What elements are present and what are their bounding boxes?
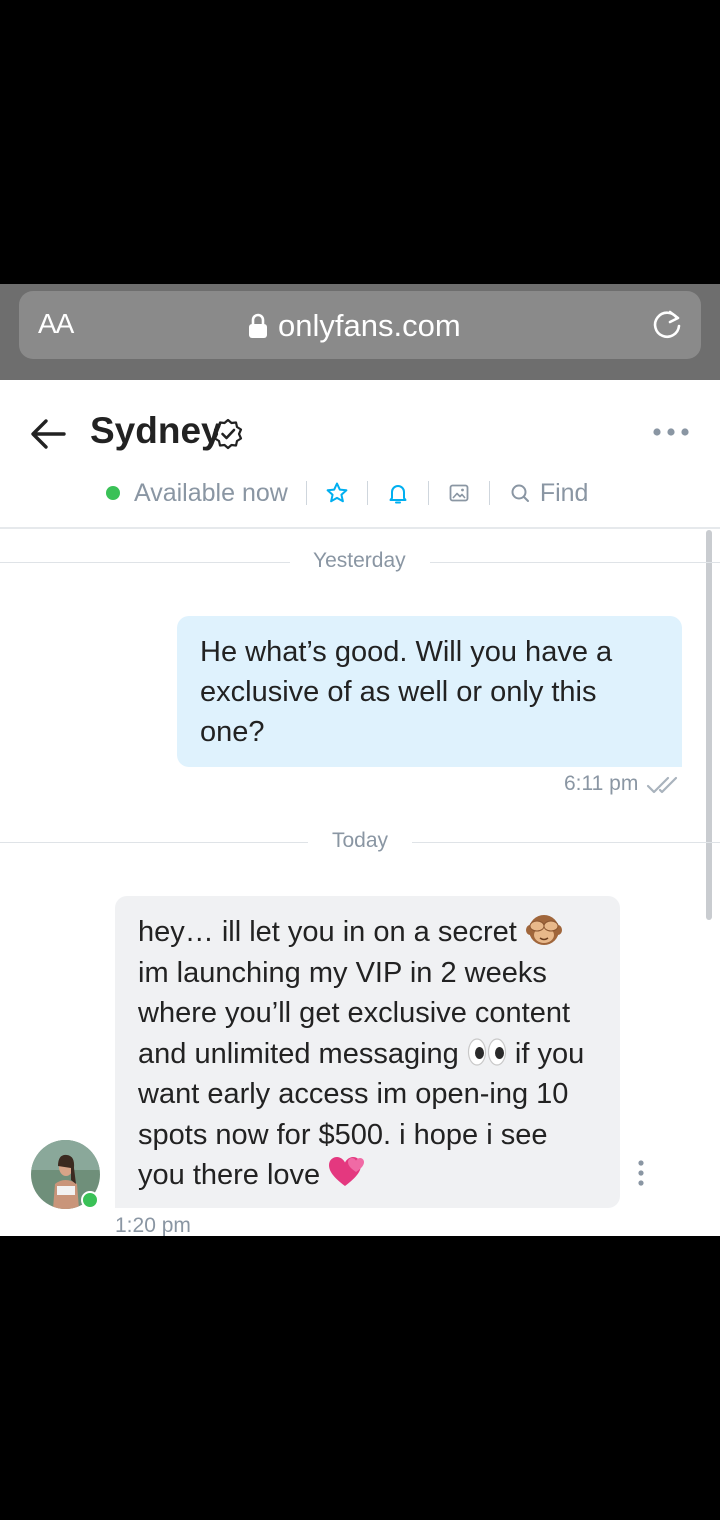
find-button[interactable]: Find <box>540 479 589 508</box>
lock-icon <box>249 313 267 338</box>
more-options-icon[interactable] <box>652 424 690 440</box>
incoming-message-bubble[interactable]: hey… ill let you in on a secret im launc… <box>115 896 620 1208</box>
verified-badge-icon <box>213 418 243 450</box>
message-text: He what’s good. Will you have a exclusiv… <box>200 636 613 748</box>
text-size-button[interactable]: AA <box>38 308 74 340</box>
url-text: onlyfans.com <box>278 308 461 343</box>
online-status-dot <box>81 1191 99 1209</box>
header-divider <box>0 527 720 529</box>
divider <box>366 481 368 505</box>
date-separator: Today <box>0 827 720 857</box>
star-icon[interactable] <box>325 481 349 505</box>
online-status-dot <box>106 486 120 500</box>
date-separator: Yesterday <box>0 547 720 577</box>
message-timestamp: 6:11 pm <box>564 772 639 795</box>
date-label: Yesterday <box>313 549 406 572</box>
two-hearts-icon <box>329 1157 365 1187</box>
back-arrow-icon[interactable] <box>28 416 68 452</box>
chat-toolbar: Available now Find <box>106 478 588 508</box>
see-no-evil-monkey-icon <box>525 915 562 946</box>
chat-page: Sydney Available now Find Yesterday He w… <box>0 380 720 1236</box>
read-receipt-icon <box>646 776 678 794</box>
scrollbar[interactable] <box>706 530 712 920</box>
eyes-icon <box>467 1038 506 1066</box>
message-timestamp: 1:20 pm <box>115 1214 191 1236</box>
url-display[interactable]: onlyfans.com <box>248 306 461 346</box>
media-gallery-icon[interactable] <box>447 481 471 505</box>
divider <box>427 481 429 505</box>
availability-status: Available now <box>134 478 288 507</box>
divider <box>305 481 307 505</box>
message-text: hey… ill let you in on a secret <box>138 916 525 948</box>
reload-icon[interactable] <box>650 308 684 342</box>
contact-name[interactable]: Sydney <box>90 410 222 452</box>
divider <box>488 481 490 505</box>
bell-icon[interactable] <box>386 481 410 505</box>
outgoing-message-bubble[interactable]: He what’s good. Will you have a exclusiv… <box>177 616 682 767</box>
message-options-icon[interactable] <box>636 1160 646 1186</box>
date-label: Today <box>332 829 389 852</box>
search-icon[interactable] <box>508 481 532 505</box>
